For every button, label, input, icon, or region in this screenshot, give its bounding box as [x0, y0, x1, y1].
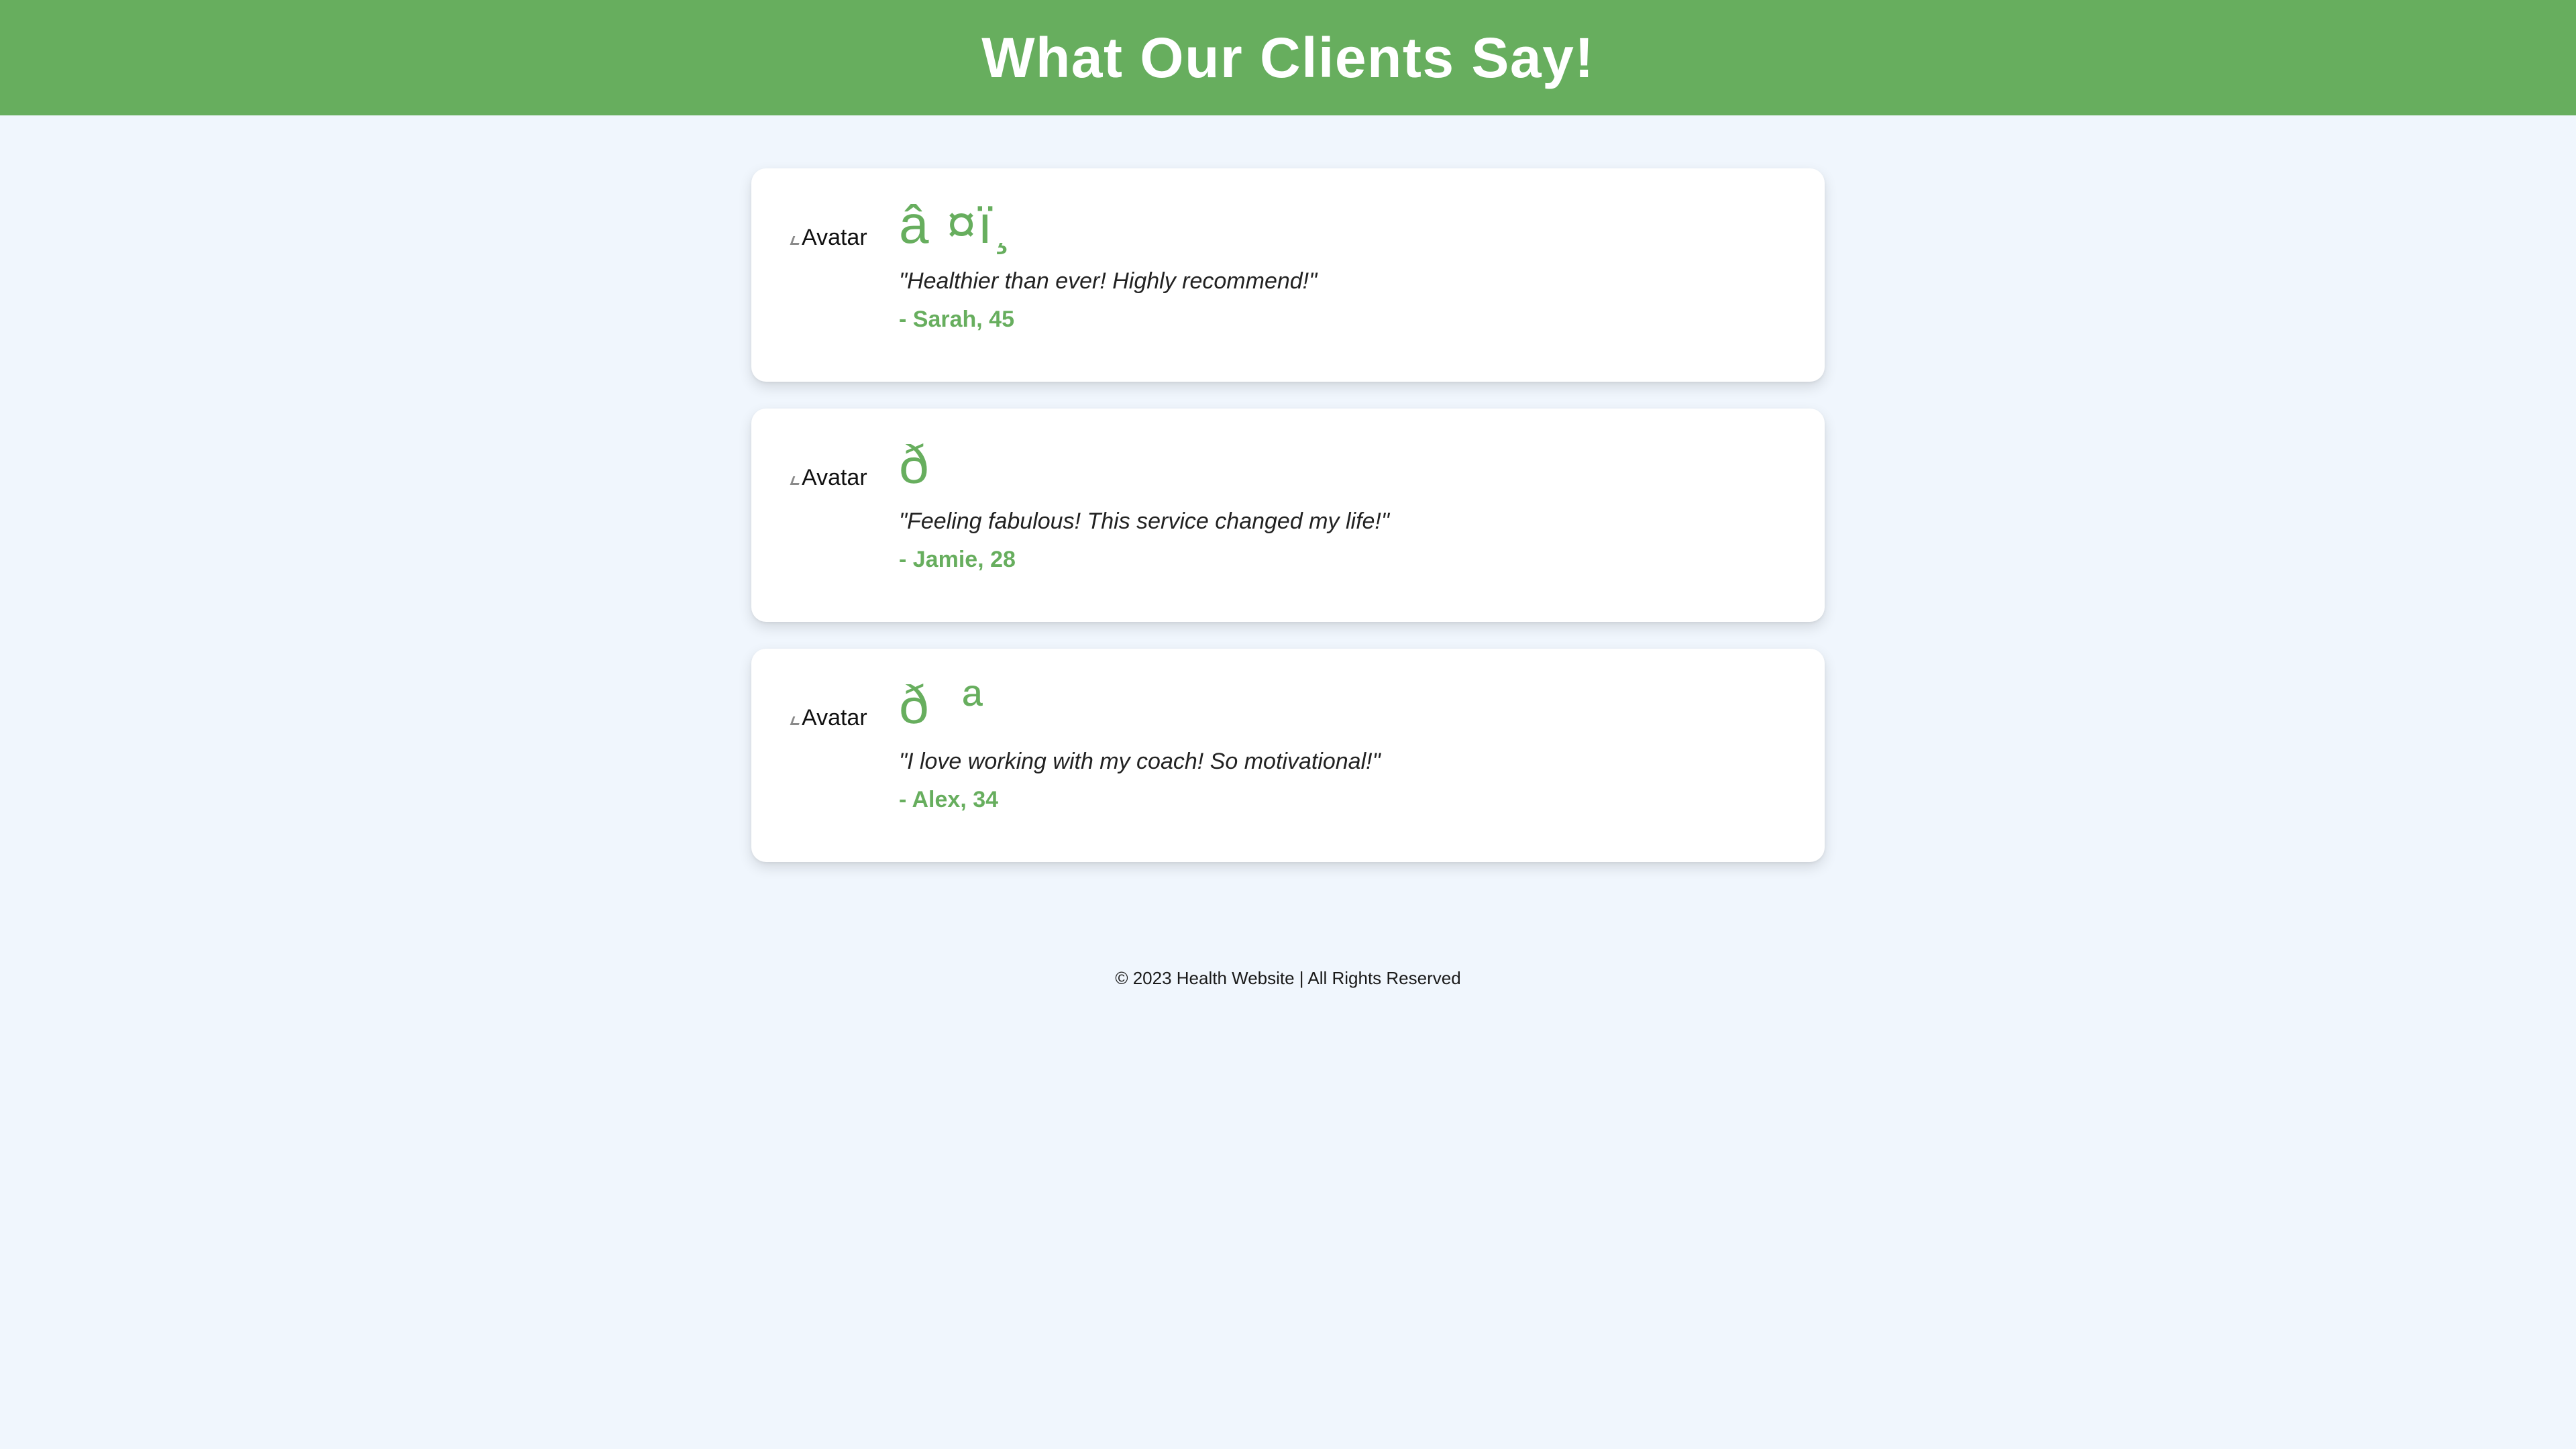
testimonial-author: - Sarah, 45	[899, 307, 1014, 333]
testimonial-emoji: ð ª	[899, 675, 984, 735]
testimonial-quote: "I love working with my coach! So motiva…	[899, 749, 1381, 774]
avatar-alt-text: Avatar	[802, 705, 867, 731]
testimonial-card: Avatar â ¤ï¸ "Healthier than ever! Highl…	[751, 168, 1825, 382]
broken-image-icon	[790, 236, 802, 245]
testimonial-emoji: â ¤ï¸	[899, 195, 1030, 254]
avatar: Avatar	[790, 219, 867, 250]
page-footer: © 2023 Health Website | All Rights Reser…	[0, 968, 2576, 989]
page-header: What Our Clients Say!	[0, 0, 2576, 115]
testimonial-author: - Alex, 34	[899, 787, 999, 813]
copyright-text: © 2023 Health Website | All Rights Reser…	[1115, 968, 1461, 988]
testimonial-content: ð ª "I love working with my coach! So mo…	[899, 678, 1798, 813]
avatar: Avatar	[790, 700, 867, 731]
page: What Our Clients Say! Avatar â ¤ï¸ "Heal…	[0, 0, 2576, 1449]
testimonial-card: Avatar ð "Feeling fabulous! This service…	[751, 409, 1825, 622]
avatar-alt-text: Avatar	[802, 465, 867, 490]
testimonial-content: â ¤ï¸ "Healthier than ever! Highly recom…	[899, 198, 1798, 333]
page-title: What Our Clients Say!	[981, 26, 1595, 89]
broken-image-icon	[790, 716, 802, 725]
testimonial-author: - Jamie, 28	[899, 547, 1016, 573]
avatar: Avatar	[790, 460, 867, 490]
testimonial-emoji: ð	[899, 435, 979, 494]
testimonial-list: Avatar â ¤ï¸ "Healthier than ever! Highl…	[751, 168, 1825, 889]
testimonial-quote: "Feeling fabulous! This service changed …	[899, 508, 1389, 534]
testimonial-content: ð "Feeling fabulous! This service change…	[899, 438, 1798, 573]
avatar-alt-text: Avatar	[802, 225, 867, 250]
broken-image-icon	[790, 476, 802, 485]
testimonial-quote: "Healthier than ever! Highly recommend!"	[899, 268, 1318, 294]
testimonial-card: Avatar ð ª "I love working with my coach…	[751, 649, 1825, 862]
